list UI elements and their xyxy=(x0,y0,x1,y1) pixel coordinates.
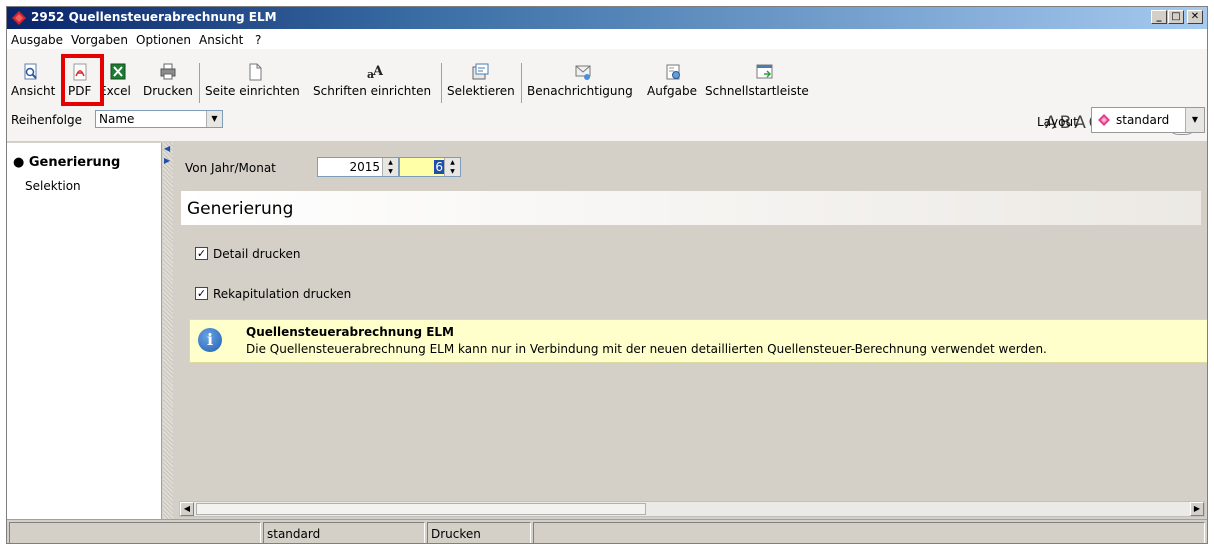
expand-right-icon[interactable]: ▶ xyxy=(164,157,172,165)
quickstart-label: Schnellstartleiste xyxy=(705,84,809,98)
info-box: i Quellensteuerabrechnung ELM Die Quelle… xyxy=(189,319,1207,363)
order-select[interactable]: Name ▼ xyxy=(95,110,223,128)
status-layout-cell: standard xyxy=(263,522,425,543)
menu-help[interactable]: ? xyxy=(255,33,261,47)
maximize-button[interactable]: □ xyxy=(1168,10,1184,24)
excel-button[interactable]: Excel xyxy=(99,63,137,105)
spin-down-icon[interactable]: ▼ xyxy=(445,167,460,176)
sidebar-item-label: Selektion xyxy=(25,179,81,193)
detail-print-checkbox[interactable]: ✓ xyxy=(195,247,208,260)
scrollbar-thumb[interactable] xyxy=(196,503,646,515)
task-icon xyxy=(666,64,680,80)
chevron-down-icon[interactable]: ▼ xyxy=(1185,108,1204,132)
main-window: 2952 Quellensteuerabrechnung ELM _ □ ✕ A… xyxy=(6,6,1208,544)
page-setup-button[interactable]: Seite einrichten xyxy=(205,63,305,105)
font-setup-label: Schriften einrichten xyxy=(313,84,432,98)
layout-select[interactable]: standard ▼ xyxy=(1091,107,1205,133)
recap-print-checkbox[interactable]: ✓ xyxy=(195,287,208,300)
notification-icon xyxy=(575,65,591,80)
menu-ansicht[interactable]: Ansicht xyxy=(199,33,243,47)
section-header: Generierung xyxy=(181,191,1201,225)
page-setup-label: Seite einrichten xyxy=(205,84,300,98)
year-spin[interactable]: ▲ ▼ xyxy=(382,158,398,176)
select-button[interactable]: Selektieren xyxy=(447,63,515,105)
page-icon xyxy=(249,63,262,81)
menu-optionen[interactable]: Optionen xyxy=(136,33,191,47)
order-select-value: Name xyxy=(99,112,135,126)
abacus-app-icon xyxy=(12,11,26,25)
preview-button[interactable]: Ansicht xyxy=(11,63,55,105)
spin-up-icon[interactable]: ▲ xyxy=(445,158,460,167)
panel-splitter[interactable]: ◀ ▶ xyxy=(163,143,173,519)
toolbar-separator xyxy=(199,63,200,103)
notification-label: Benachrichtigung xyxy=(527,84,633,98)
period-label: Von Jahr/Monat xyxy=(185,161,276,175)
excel-icon xyxy=(110,63,126,80)
sidebar-item-selektion[interactable]: Selektion xyxy=(25,179,81,193)
spin-up-icon[interactable]: ▲ xyxy=(383,158,398,167)
month-value: 6 xyxy=(434,160,444,174)
menu-bar: Ausgabe Vorgaben Optionen Ansicht ? xyxy=(7,29,1207,49)
status-bar: standard Drucken xyxy=(7,519,1207,543)
select-label: Selektieren xyxy=(447,84,515,98)
preview-label: Ansicht xyxy=(11,84,56,98)
month-spin[interactable]: ▲ ▼ xyxy=(444,158,460,176)
minimize-button[interactable]: _ xyxy=(1151,10,1167,24)
layout-select-value: standard xyxy=(1116,113,1170,127)
sidebar-item-generierung[interactable]: ● Generierung xyxy=(13,155,120,170)
chevron-down-icon[interactable]: ▼ xyxy=(206,111,222,127)
close-button[interactable]: ✕ xyxy=(1187,10,1203,24)
spin-down-icon[interactable]: ▼ xyxy=(383,167,398,176)
scroll-right-icon[interactable]: ▶ xyxy=(1190,502,1204,516)
quickstart-button[interactable]: Schnellstartleiste xyxy=(705,63,825,105)
content-panel: Von Jahr/Monat 2015 ▲ ▼ 6 ▲ ▼ Generierun… xyxy=(175,143,1207,519)
year-stepper[interactable]: 2015 ▲ ▼ xyxy=(317,157,399,177)
select-icon xyxy=(472,63,489,80)
recap-print-label: Rekapitulation drucken xyxy=(213,287,352,301)
pdf-highlight-box xyxy=(61,54,104,106)
task-button[interactable]: Aufgabe xyxy=(647,63,699,105)
printer-icon xyxy=(160,63,176,80)
sidebar-item-label: Generierung xyxy=(28,155,121,170)
font-icon: a A xyxy=(367,64,383,81)
toolbar-separator xyxy=(441,63,442,103)
detail-print-label: Detail drucken xyxy=(213,247,301,261)
status-cell xyxy=(9,522,261,543)
menu-vorgaben[interactable]: Vorgaben xyxy=(71,33,128,47)
quickstart-icon xyxy=(756,64,773,79)
preview-icon xyxy=(24,63,37,80)
info-title: Quellensteuerabrechnung ELM xyxy=(246,325,454,339)
print-label: Drucken xyxy=(143,84,193,98)
collapse-left-icon[interactable]: ◀ xyxy=(164,145,172,153)
info-text: Die Quellensteuerabrechnung ELM kann nur… xyxy=(246,342,1047,356)
layout-diamond-icon xyxy=(1098,114,1110,126)
window-title: 2952 Quellensteuerabrechnung ELM xyxy=(31,10,277,24)
month-stepper[interactable]: 6 ▲ ▼ xyxy=(399,157,461,177)
print-button[interactable]: Drucken xyxy=(143,63,193,105)
order-label: Reihenfolge xyxy=(11,113,83,127)
section-title: Generierung xyxy=(187,199,294,219)
info-icon: i xyxy=(198,328,222,352)
toolbar-separator xyxy=(521,63,522,103)
layout-label: Layout xyxy=(1037,115,1078,129)
scroll-left-icon[interactable]: ◀ xyxy=(180,502,194,516)
sidebar: ● Generierung Selektion xyxy=(7,143,162,519)
status-cell xyxy=(533,522,1205,543)
status-action-cell: Drucken xyxy=(427,522,531,543)
notification-button[interactable]: Benachrichtigung xyxy=(527,63,639,105)
year-value: 2015 xyxy=(349,160,380,174)
title-bar[interactable]: 2952 Quellensteuerabrechnung ELM _ □ ✕ xyxy=(7,7,1207,29)
bullet-icon: ● xyxy=(13,155,25,170)
task-label: Aufgabe xyxy=(647,84,698,98)
font-setup-button[interactable]: a A Schriften einrichten xyxy=(313,63,435,105)
horizontal-scrollbar[interactable]: ◀ ▶ xyxy=(179,501,1205,517)
menu-ausgabe[interactable]: Ausgabe xyxy=(11,33,63,47)
svg-text:A: A xyxy=(372,64,383,79)
